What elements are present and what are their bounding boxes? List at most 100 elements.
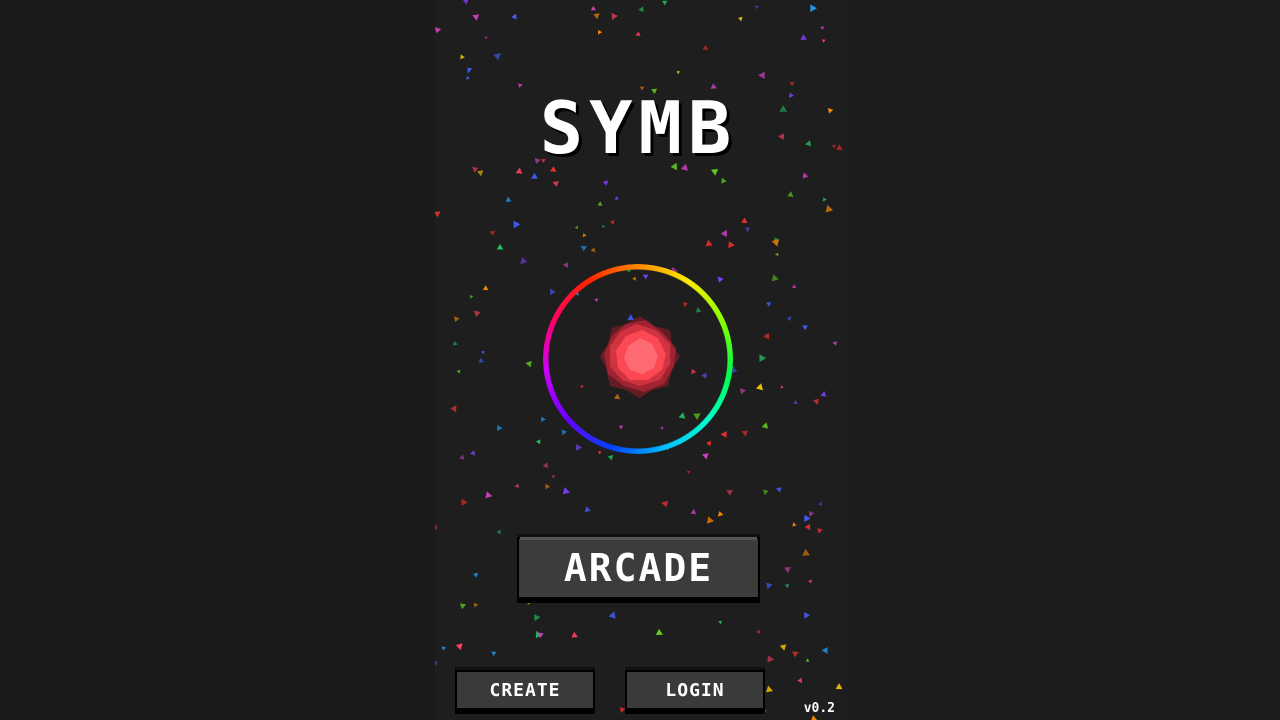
confetti-particle <box>571 631 578 638</box>
confetti-particle <box>493 53 501 61</box>
confetti-particle <box>821 647 828 654</box>
confetti-particle <box>661 500 669 508</box>
confetti-particle <box>784 567 791 573</box>
confetti-particle <box>832 341 837 346</box>
confetti-particle <box>435 27 442 34</box>
confetti-particle <box>481 351 485 355</box>
confetti-particle <box>609 219 615 225</box>
confetti-particle <box>779 644 787 651</box>
confetti-particle <box>459 454 465 460</box>
confetti-particle <box>608 611 616 619</box>
confetti-particle <box>496 243 504 250</box>
confetti-particle <box>478 357 484 363</box>
confetti-particle <box>817 528 823 534</box>
confetti-particle <box>441 646 446 651</box>
confetti-particle <box>802 172 809 179</box>
confetti-particle <box>756 383 763 391</box>
player-orb[interactable] <box>543 264 733 454</box>
confetti-particle <box>738 16 743 22</box>
confetti-particle <box>562 487 570 495</box>
confetti-particle <box>511 13 517 20</box>
confetti-particle <box>593 13 600 20</box>
confetti-particle <box>450 405 457 413</box>
letterbox-left <box>0 0 435 720</box>
confetti-particle <box>473 310 481 317</box>
confetti-particle <box>482 285 489 291</box>
confetti-particle <box>534 614 541 622</box>
confetti-particle <box>789 82 795 87</box>
confetti-particle <box>771 274 779 282</box>
confetti-particle <box>705 239 713 247</box>
confetti-particle <box>774 252 779 257</box>
confetti-particle <box>527 599 532 605</box>
confetti-particle <box>702 45 708 50</box>
confetti-particle <box>800 34 807 40</box>
confetti-particle <box>602 224 606 229</box>
confetti-particle <box>484 35 488 40</box>
confetti-particle <box>804 612 810 619</box>
confetti-particle <box>726 490 733 496</box>
confetti-particle <box>513 220 521 229</box>
confetti-particle <box>805 658 810 662</box>
confetti-particle <box>505 196 512 202</box>
confetti-particle <box>469 450 476 456</box>
confetti-particle <box>766 302 772 307</box>
login-button[interactable]: LOGIN <box>625 667 765 710</box>
confetti-particle <box>574 225 578 230</box>
arcade-button[interactable]: ARCADE <box>517 534 760 599</box>
confetti-particle <box>767 655 775 663</box>
confetti-particle <box>580 245 587 252</box>
game-title: SYMB <box>539 86 738 170</box>
game-canvas: SYMB ARCADE CREATE LOGIN v0.2 <box>435 0 842 720</box>
confetti-particle <box>496 424 503 431</box>
create-button[interactable]: CREATE <box>455 667 595 710</box>
confetti-particle <box>638 6 644 13</box>
confetti-particle <box>820 391 827 397</box>
confetti-particle <box>792 522 797 527</box>
confetti-particle <box>739 388 746 395</box>
confetti-particle <box>515 167 523 174</box>
confetti-particle <box>590 247 596 253</box>
confetti-particle <box>765 685 773 693</box>
confetti-particle <box>786 316 792 322</box>
confetti-particle <box>793 400 798 404</box>
confetti-particle <box>459 603 467 610</box>
confetti-particle <box>460 54 465 60</box>
confetti-particle <box>707 516 714 524</box>
confetti-particle <box>452 340 458 346</box>
confetti-particle <box>602 180 609 186</box>
confetti-particle <box>718 511 724 517</box>
gem-icon <box>600 316 680 398</box>
confetti-particle <box>435 661 437 666</box>
confetti-particle <box>822 197 827 202</box>
confetti-particle <box>491 651 497 657</box>
screen: SYMB ARCADE CREATE LOGIN v0.2 <box>0 0 1280 720</box>
confetti-particle <box>808 579 812 584</box>
confetti-particle <box>514 483 520 488</box>
letterbox-right <box>842 0 1280 720</box>
version-label: v0.2 <box>803 701 835 716</box>
confetti-particle <box>635 31 641 37</box>
confetti-particle <box>472 14 480 21</box>
confetti-particle <box>466 76 470 80</box>
confetti-particle <box>477 170 484 177</box>
confetti-particle <box>797 677 802 684</box>
confetti-particle <box>784 584 790 589</box>
confetti-particle <box>720 229 727 238</box>
confetti-particle <box>762 489 769 496</box>
confetti-particle <box>611 12 618 20</box>
confetti-particle <box>690 509 697 515</box>
confetti-particle <box>808 510 815 517</box>
confetti-particle <box>825 204 833 213</box>
confetti-particle <box>461 498 468 506</box>
confetti-particle <box>455 643 463 651</box>
confetti-particle <box>791 284 797 289</box>
confetti-particle <box>812 398 820 405</box>
confetti-particle <box>745 227 751 233</box>
confetti-particle <box>810 4 817 12</box>
confetti-particle <box>545 483 551 490</box>
confetti-particle <box>597 201 603 206</box>
confetti-particle <box>802 325 808 331</box>
confetti-particle <box>771 239 780 247</box>
confetti-particle <box>531 172 538 179</box>
